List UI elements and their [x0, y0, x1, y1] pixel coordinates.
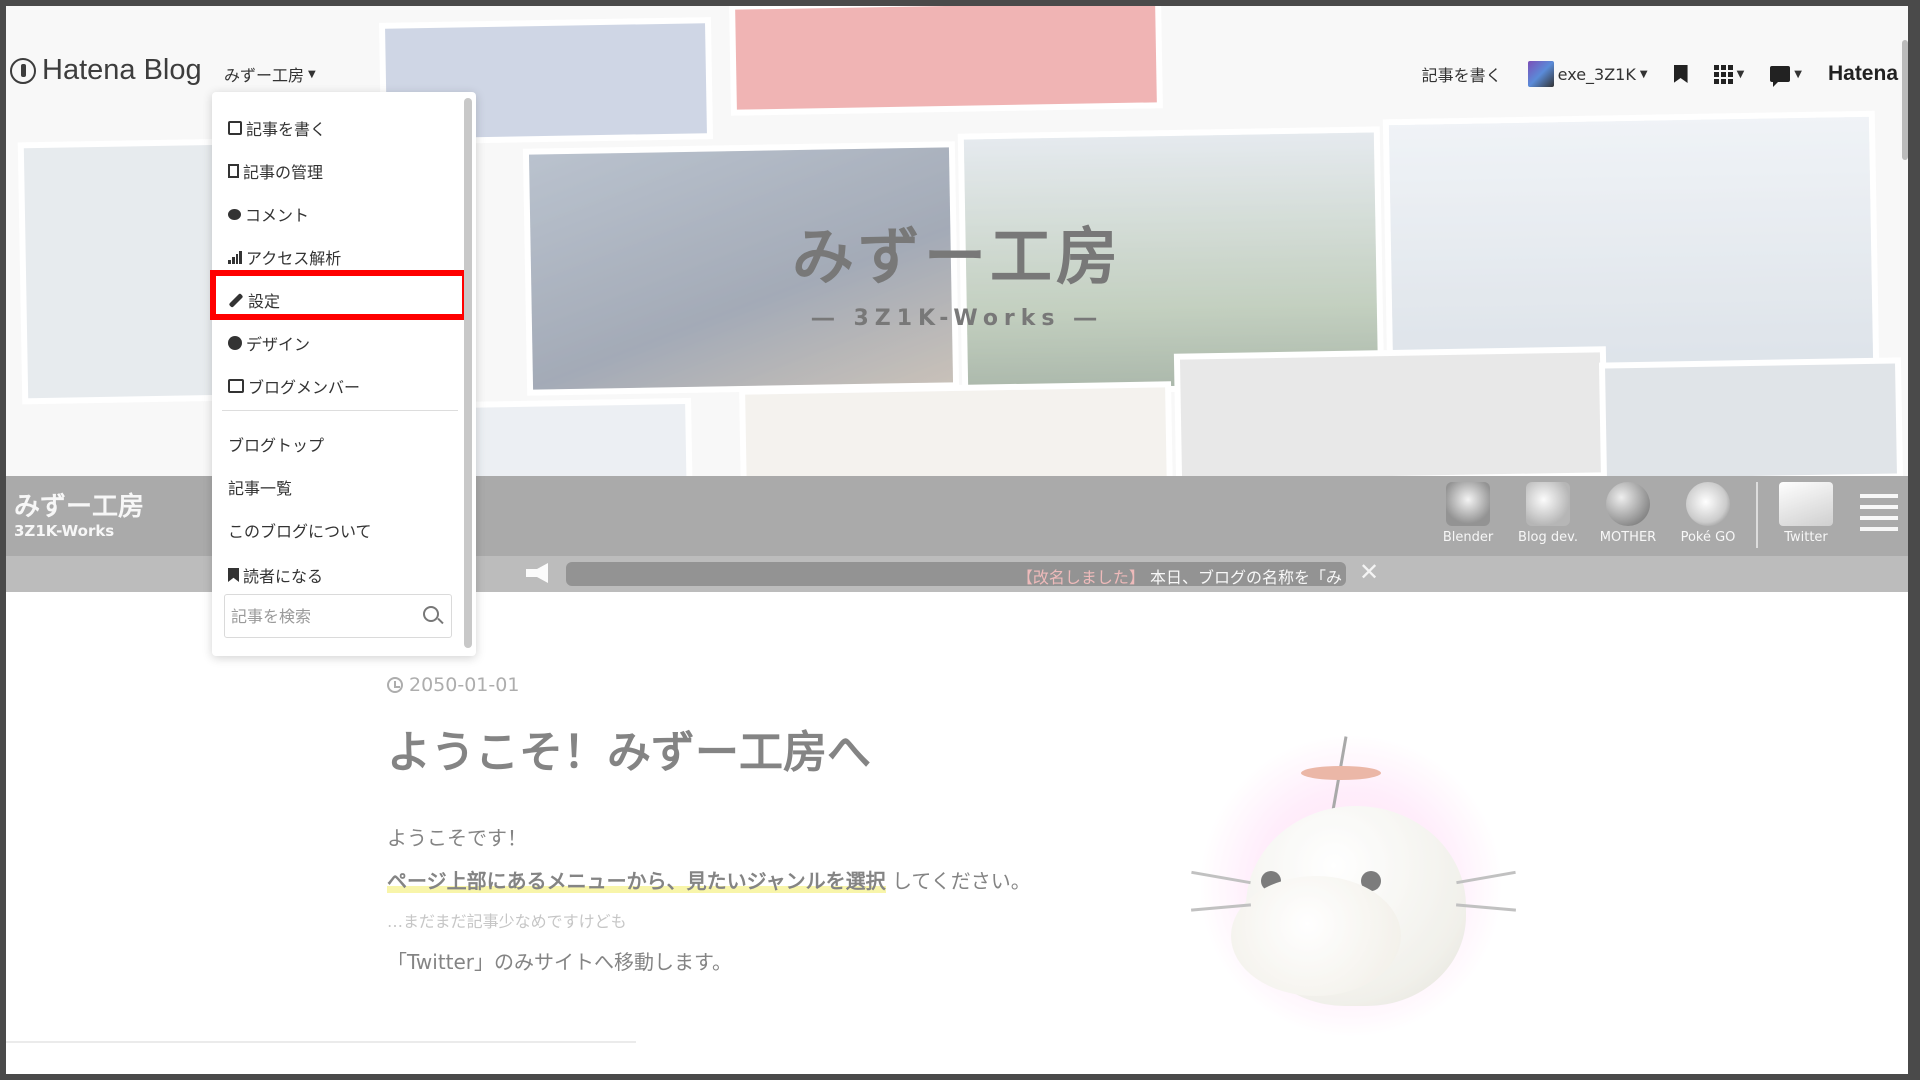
quick-link-twitter[interactable]: Twitter	[1766, 482, 1846, 545]
announcement-tag: 【改名しました】	[1016, 568, 1145, 586]
user-name: exe_3Z1K	[1557, 64, 1636, 84]
megaphone-icon	[526, 563, 548, 583]
announcement-body: 本日、ブログの名称を「み	[1149, 568, 1342, 586]
mother-icon	[1606, 482, 1650, 526]
entry-search-box	[224, 594, 452, 638]
bookmark-icon	[228, 568, 239, 582]
bookmark-icon	[1673, 65, 1688, 83]
quick-link-label: Poké GO	[1680, 530, 1736, 545]
menu-item-label: アクセス解析	[246, 249, 342, 268]
services-menu-button[interactable]: ▼	[1713, 64, 1745, 84]
blog-dev-icon	[1526, 482, 1570, 526]
blender-icon	[1446, 482, 1490, 526]
quick-link-blog-dev[interactable]: Blog dev.	[1508, 482, 1588, 545]
entry-small-note: …まだまだ記事少なめですけども	[387, 912, 627, 931]
blog-switcher-label: みずー工房	[224, 66, 305, 85]
menu-item-blog-top[interactable]: ブログトップ	[228, 432, 324, 456]
divider	[1756, 482, 1758, 548]
blog-switcher-button[interactable]: みずー工房 ▼	[224, 62, 316, 86]
quick-link-label: MOTHER	[1599, 530, 1657, 545]
caret-down-icon: ▼	[1794, 68, 1802, 80]
quick-links: Blender Blog dev. MOTHER Poké GO Twitter	[1428, 482, 1898, 548]
menu-item-design[interactable]: デザイン	[228, 331, 310, 355]
band-blog-subtitle: 3Z1K-Works	[14, 522, 115, 540]
announcement-ticker[interactable]: 【改名しました】 本日、ブログの名称を「み	[566, 562, 1346, 586]
entry: 2050-01-01 ようこそ！みずー工房へ ようこそです！ ページ上部にあるメ…	[387, 674, 1187, 975]
write-entry-label: 記事を書く	[1421, 66, 1502, 85]
document-icon	[228, 164, 239, 178]
avatar	[1527, 61, 1554, 87]
edit-icon	[228, 121, 242, 135]
divider	[222, 410, 458, 411]
comment-icon	[228, 208, 241, 220]
marked-text: ページ上部にあるメニューから、見たいジャンルを選択	[387, 869, 886, 893]
entry-date-text: 2050-01-01	[409, 674, 520, 696]
menu-item-comments[interactable]: コメント	[228, 202, 309, 226]
grid-icon	[1713, 64, 1733, 84]
quick-link-poke-go[interactable]: Poké GO	[1668, 482, 1748, 545]
blog-admin-dropdown: 記事を書く 記事の管理 コメント アクセス解析 設定 デザイン ブログメンバー …	[210, 92, 476, 656]
dropdown-scrollbar[interactable]	[464, 98, 472, 648]
bookmark-button[interactable]	[1673, 65, 1688, 83]
clock-icon	[387, 677, 403, 693]
caret-down-icon: ▼	[1639, 68, 1648, 80]
palette-icon	[228, 336, 242, 350]
menu-item-write-entry[interactable]: 記事を書く	[228, 116, 326, 140]
menu-item-label: ブログメンバー	[248, 378, 361, 397]
menu-item-blog-members[interactable]: ブログメンバー	[228, 374, 360, 398]
logo-text: Hatena Blog	[42, 54, 202, 86]
quick-link-mother[interactable]: MOTHER	[1588, 482, 1668, 545]
quick-link-label: Twitter	[1784, 530, 1828, 545]
hatena-blog-mark-icon	[10, 57, 36, 84]
close-icon[interactable]: ✕	[1359, 558, 1379, 586]
menu-item-about[interactable]: このブログについて	[228, 518, 372, 542]
quick-link-label: Blender	[1442, 530, 1494, 545]
write-entry-link[interactable]: 記事を書く	[1422, 62, 1502, 86]
notifications-button[interactable]: ▼	[1770, 66, 1802, 87]
entry-title[interactable]: ようこそ！みずー工房へ	[387, 716, 1187, 780]
entry-paragraph: ページ上部にあるメニューから、見たいジャンルを選択 してください。	[387, 865, 1187, 894]
entry-text: してください。	[891, 869, 1031, 893]
global-header-right: 記事を書く exe_3Z1K ▼ ▼ ▼ Hatena	[1396, 57, 1898, 91]
quick-link-blender[interactable]: Blender	[1428, 482, 1508, 545]
page-scrollbar[interactable]	[1902, 40, 1908, 160]
divider	[6, 1041, 636, 1043]
browser-viewport: みずー工房 ― 3Z1K-Works ― Hatena Blog みずー工房 ▼…	[6, 6, 1908, 1074]
entry-paragraph: 「Twitter」のみサイトへ移動します。	[387, 950, 733, 974]
menu-item-label: デザイン	[246, 335, 311, 354]
settings-highlight-box	[210, 270, 468, 320]
caret-down-icon: ▼	[1736, 68, 1745, 80]
menu-item-label: 読者になる	[243, 567, 324, 586]
user-menu-button[interactable]: exe_3Z1K ▼	[1527, 61, 1648, 87]
quick-link-label: Blog dev.	[1518, 530, 1578, 545]
bar-chart-icon	[228, 250, 242, 264]
speech-bubble-icon	[1770, 66, 1791, 87]
announcement-text: 【改名しました】 本日、ブログの名称を「み	[1017, 564, 1342, 586]
hatena-logo: Hatena	[1827, 62, 1898, 85]
menu-item-entry-list[interactable]: 記事一覧	[228, 475, 292, 499]
hatena-blog-logo[interactable]: Hatena Blog	[10, 54, 202, 87]
band-blog-title[interactable]: みずー工房	[14, 486, 144, 523]
menu-item-label: 記事一覧	[228, 479, 293, 498]
caret-down-icon: ▼	[308, 68, 316, 80]
menu-item-subscribe[interactable]: 読者になる	[228, 563, 323, 587]
poke-go-icon	[1686, 482, 1730, 526]
mascot-image	[1186, 726, 1526, 1046]
hamburger-menu-icon[interactable]	[1860, 494, 1898, 531]
menu-item-label: このブログについて	[228, 522, 372, 541]
menu-item-label: 記事の管理	[243, 163, 324, 182]
menu-item-manage-entries[interactable]: 記事の管理	[228, 159, 323, 183]
members-icon	[228, 379, 244, 393]
twitter-icon	[1779, 482, 1833, 526]
hatena-link[interactable]: Hatena	[1828, 62, 1898, 86]
menu-item-label: ブログトップ	[228, 436, 325, 455]
menu-item-label: 記事を書く	[246, 120, 327, 139]
entry-date[interactable]: 2050-01-01	[387, 674, 1187, 696]
menu-item-label: コメント	[245, 206, 310, 225]
search-icon[interactable]	[423, 606, 439, 622]
entry-paragraph: ようこそです！	[387, 826, 527, 850]
menu-item-access-analytics[interactable]: アクセス解析	[228, 245, 341, 269]
search-input[interactable]	[231, 601, 411, 631]
